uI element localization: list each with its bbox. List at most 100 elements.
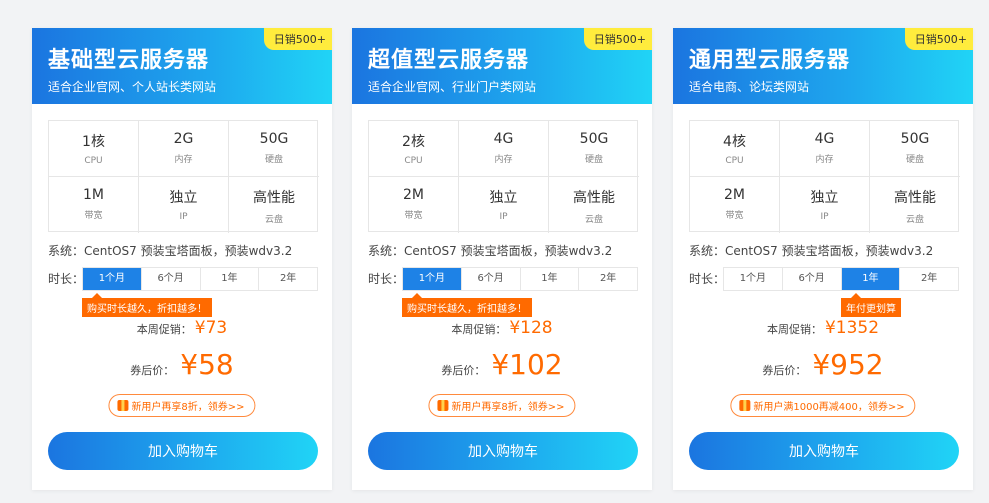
spec-cpu: 4核 CPU xyxy=(690,121,780,177)
coupon-text: 新用户再享8折，领券>> xyxy=(451,402,565,413)
week-promo-price: 本周促销： ¥128 xyxy=(352,318,652,338)
spec-label: CPU xyxy=(725,156,744,166)
add-to-cart-button[interactable]: 加入购物车 xyxy=(48,432,318,470)
spec-cloud-disk: 高性能 云盘 xyxy=(549,177,639,233)
duration-option-1-year[interactable]: 1年 xyxy=(201,268,260,290)
spec-memory: 2G 内存 xyxy=(139,121,229,177)
product-card-value: 超值型云服务器 适合企业官网、行业门户类网站 日销500+ 2核 CPU 4G 内存… xyxy=(352,28,652,490)
card-subtitle: 适合企业官网、行业门户类网站 xyxy=(368,80,537,94)
week-price-amount: ¥128 xyxy=(509,318,553,338)
coupon-price: 券后价： ¥102 xyxy=(352,348,652,381)
duration-option-1-year[interactable]: 1年 xyxy=(521,268,580,290)
spec-cpu: 1核 CPU xyxy=(49,121,139,177)
gift-icon xyxy=(739,400,751,411)
coupon-link[interactable]: 新用户再享8折，领券>> xyxy=(108,394,256,417)
spec-value: 2核 xyxy=(402,134,425,150)
spec-ip: 独立 IP xyxy=(459,177,549,233)
card-title: 通用型云服务器 xyxy=(689,48,851,73)
spec-label: IP xyxy=(179,212,188,222)
spec-value: 2M xyxy=(403,187,424,203)
card-header: 通用型云服务器 适合电商、论坛类网站 日销500+ xyxy=(673,28,973,104)
coupon-link[interactable]: 新用户满1000再减400，领券>> xyxy=(730,394,916,417)
spec-bandwidth: 2M 带宽 xyxy=(690,177,780,233)
add-to-cart-button[interactable]: 加入购物车 xyxy=(368,432,638,470)
duration-option-6-months[interactable]: 6个月 xyxy=(783,268,842,290)
spec-label: CPU xyxy=(84,156,103,166)
duration-option-2-years[interactable]: 2年 xyxy=(900,268,958,290)
card-header: 超值型云服务器 适合企业官网、行业门户类网站 日销500+ xyxy=(352,28,652,104)
spec-ip: 独立 IP xyxy=(139,177,229,233)
week-price-label: 本周促销： xyxy=(766,323,822,336)
spec-disk: 50G 硬盘 xyxy=(549,121,639,177)
duration-option-6-months[interactable]: 6个月 xyxy=(142,268,201,290)
promo-tip: 购买时长越久，折扣越多！ xyxy=(402,293,532,317)
spec-memory: 4G 内存 xyxy=(459,121,549,177)
spec-disk: 50G 硬盘 xyxy=(229,121,319,177)
spec-value: 2G xyxy=(173,131,194,147)
spec-label: 云盘 xyxy=(584,215,603,225)
product-card-general: 通用型云服务器 适合电商、论坛类网站 日销500+ 4核 CPU 4G 内存 50G… xyxy=(673,28,973,490)
week-price-amount: ¥73 xyxy=(194,318,228,338)
duration-label: 时长： xyxy=(368,272,405,286)
duration-option-1-month[interactable]: 1个月 xyxy=(83,268,142,290)
spec-label: 带宽 xyxy=(725,211,744,221)
spec-label: IP xyxy=(820,212,829,222)
spec-label: 内存 xyxy=(815,155,834,165)
duration-option-2-years[interactable]: 2年 xyxy=(259,268,317,290)
spec-label: 硬盘 xyxy=(264,155,283,165)
promo-tip: 年付更划算 xyxy=(841,293,901,317)
sales-badge: 日销500+ xyxy=(904,28,973,50)
add-to-cart-button[interactable]: 加入购物车 xyxy=(689,432,959,470)
spec-bandwidth: 1M 带宽 xyxy=(49,177,139,233)
duration-option-2-years[interactable]: 2年 xyxy=(579,268,637,290)
system-info: 系统：CentOS7 预装宝塔面板，预装wdv3.2 xyxy=(689,244,934,258)
spec-grid: 1核 CPU 2G 内存 50G 硬盘 1M 带宽 独立 IP 高性能云盘 xyxy=(48,120,319,233)
card-header: 基础型云服务器 适合企业官网、个人站长类网站 日销500+ xyxy=(32,28,332,104)
spec-bandwidth: 2M 带宽 xyxy=(369,177,459,233)
duration-option-1-month[interactable]: 1个月 xyxy=(724,268,783,290)
spec-label: 带宽 xyxy=(84,211,103,221)
spec-value: 4G xyxy=(493,131,514,147)
final-price-label: 券后价： xyxy=(441,364,486,377)
duration-option-1-month[interactable]: 1个月 xyxy=(403,268,462,290)
coupon-price: 券后价： ¥952 xyxy=(673,348,973,381)
spec-value: 独立 xyxy=(810,190,839,206)
spec-value: 高性能 xyxy=(573,190,615,206)
spec-cloud-disk: 高性能 云盘 xyxy=(870,177,960,233)
final-price-amount: ¥58 xyxy=(180,348,234,381)
spec-label: IP xyxy=(499,212,508,222)
card-subtitle: 适合企业官网、个人站长类网站 xyxy=(48,80,217,94)
gift-icon xyxy=(437,400,449,411)
card-subtitle: 适合电商、论坛类网站 xyxy=(689,80,810,94)
promo-tip: 购买时长越久，折扣越多！ xyxy=(82,293,212,317)
spec-value: 1M xyxy=(83,187,104,203)
spec-memory: 4G 内存 xyxy=(780,121,870,177)
duration-selector: 1个月 6个月 1年 2年 xyxy=(82,267,318,291)
coupon-text: 新用户满1000再减400，领券>> xyxy=(753,402,905,413)
spec-cloud-disk: 高性能 云盘 xyxy=(229,177,319,233)
duration-selector: 1个月 6个月 1年 2年 xyxy=(402,267,638,291)
product-cards: 基础型云服务器 适合企业官网、个人站长类网站 日销500+ 1核 CPU 2G 内存… xyxy=(0,0,989,503)
spec-value: 4G xyxy=(814,131,835,147)
spec-value: 50G xyxy=(259,131,289,147)
coupon-price: 券后价： ¥58 xyxy=(32,348,332,381)
spec-label: 云盘 xyxy=(264,215,283,225)
spec-value: 50G xyxy=(900,131,930,147)
spec-label: 硬盘 xyxy=(584,155,603,165)
product-card-basic: 基础型云服务器 适合企业官网、个人站长类网站 日销500+ 1核 CPU 2G 内存… xyxy=(32,28,332,490)
final-price-amount: ¥102 xyxy=(491,348,563,381)
duration-label: 时长： xyxy=(48,272,85,286)
spec-value: 4核 xyxy=(723,134,746,150)
duration-label: 时长： xyxy=(689,272,726,286)
final-price-label: 券后价： xyxy=(130,364,175,377)
duration-option-6-months[interactable]: 6个月 xyxy=(462,268,521,290)
spec-value: 高性能 xyxy=(253,190,295,206)
duration-option-1-year[interactable]: 1年 xyxy=(841,268,901,290)
spec-value: 高性能 xyxy=(894,190,936,206)
week-promo-price: 本周促销： ¥73 xyxy=(32,318,332,338)
coupon-link[interactable]: 新用户再享8折，领券>> xyxy=(428,394,576,417)
coupon-text: 新用户再享8折，领券>> xyxy=(131,402,245,413)
spec-label: 硬盘 xyxy=(905,155,924,165)
spec-ip: 独立 IP xyxy=(780,177,870,233)
sales-badge: 日销500+ xyxy=(263,28,332,50)
